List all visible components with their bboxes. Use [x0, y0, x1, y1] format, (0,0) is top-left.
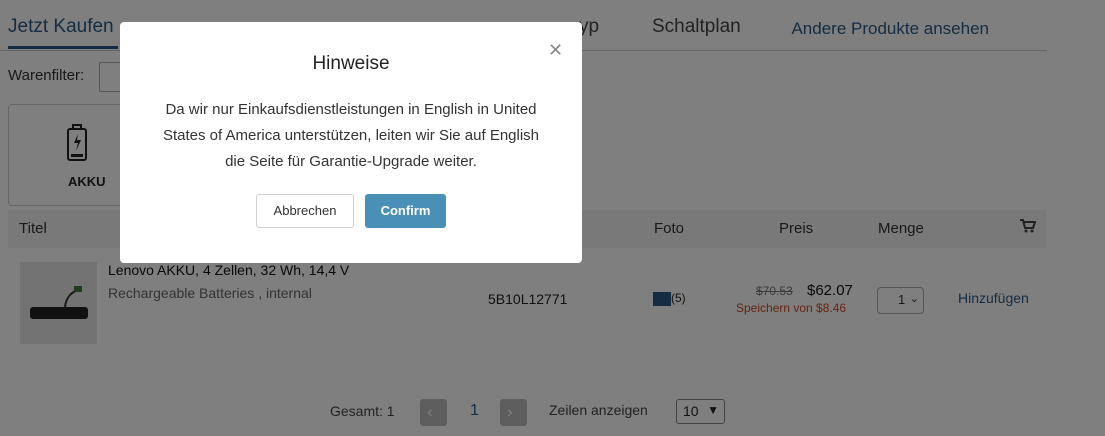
- close-icon[interactable]: ✕: [548, 41, 563, 59]
- cancel-button[interactable]: Abbrechen: [256, 194, 354, 228]
- dialog-title: Hinweise: [312, 53, 390, 74]
- notice-dialog: Hinweise ✕ Da wir nur Einkaufsdienstleis…: [120, 22, 582, 263]
- confirm-button[interactable]: Confirm: [365, 194, 446, 228]
- dialog-message: Da wir nur Einkaufsdienstleistungen in E…: [162, 101, 540, 170]
